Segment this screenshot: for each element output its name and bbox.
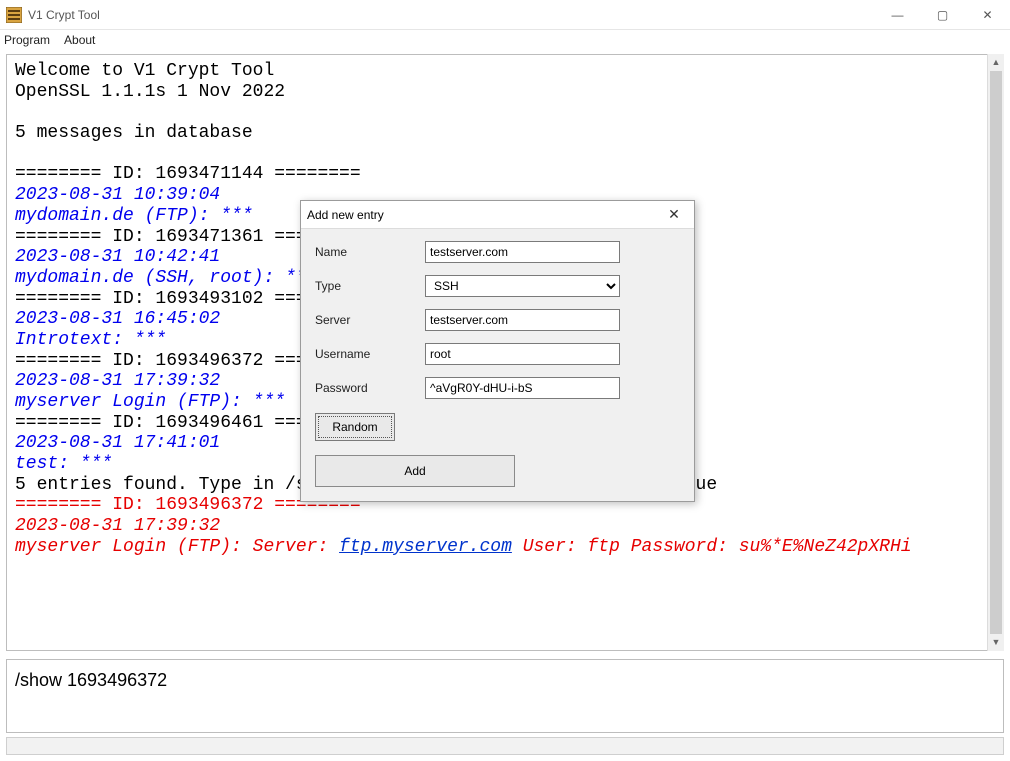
password-input[interactable] [425, 377, 620, 399]
command-input-text: /show 1693496372 [15, 670, 167, 690]
dialog-title: Add new entry [307, 208, 660, 222]
command-input[interactable]: /show 1693496372 [6, 659, 1004, 733]
ftp-link[interactable]: ftp.myserver.com [339, 537, 512, 557]
menu-about[interactable]: About [64, 33, 95, 47]
dialog-close-button[interactable]: ✕ [660, 206, 688, 223]
maximize-button[interactable]: ▢ [920, 0, 965, 30]
add-button[interactable]: Add [315, 455, 515, 487]
add-entry-dialog: Add new entry ✕ Name Type SSH Server Use… [300, 200, 695, 502]
scroll-up-icon[interactable]: ▲ [988, 54, 1004, 71]
name-input[interactable] [425, 241, 620, 263]
window-title: V1 Crypt Tool [28, 8, 100, 22]
username-input[interactable] [425, 343, 620, 365]
dialog-titlebar[interactable]: Add new entry ✕ [301, 201, 694, 229]
status-bar [6, 737, 1004, 755]
menu-program[interactable]: Program [4, 33, 50, 47]
close-button[interactable]: ✕ [965, 0, 1010, 30]
name-label: Name [315, 245, 425, 259]
minimize-button[interactable]: — [875, 0, 920, 30]
app-icon [6, 7, 22, 23]
server-label: Server [315, 313, 425, 327]
scroll-thumb[interactable] [990, 71, 1002, 634]
window-titlebar: V1 Crypt Tool — ▢ ✕ [0, 0, 1010, 30]
random-button[interactable]: Random [315, 413, 395, 441]
output-scrollbar[interactable]: ▲ ▼ [987, 54, 1004, 651]
show-result-line: myserver Login (FTP): Server: ftp.myserv… [15, 537, 912, 557]
type-label: Type [315, 279, 425, 293]
scroll-down-icon[interactable]: ▼ [988, 634, 1004, 651]
username-label: Username [315, 347, 425, 361]
password-label: Password [315, 381, 425, 395]
server-input[interactable] [425, 309, 620, 331]
type-select[interactable]: SSH [425, 275, 620, 297]
menubar: Program About [0, 30, 1010, 50]
